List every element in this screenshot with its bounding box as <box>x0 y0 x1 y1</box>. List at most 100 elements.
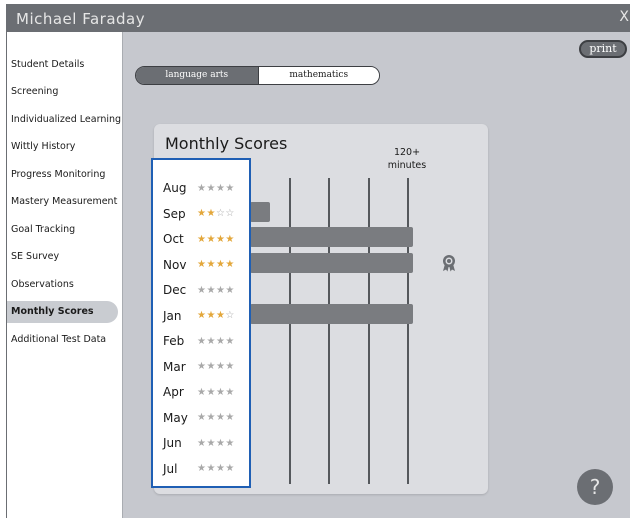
star-empty-icon: ☆ <box>225 208 235 219</box>
star-rating: ★★★★ <box>197 438 235 449</box>
sidebar-item-se-survey[interactable]: SE Survey <box>7 246 118 268</box>
month-name: Feb <box>163 334 185 348</box>
month-row-sep: Sep ★★☆☆ <box>163 204 235 224</box>
sidebar-item-individualized-learning[interactable]: Individualized Learning <box>7 109 121 131</box>
star-rating: ★★★★ <box>197 361 235 372</box>
minutes-label-line1: 120+ <box>393 147 421 158</box>
subject-tabs: language arts mathematics <box>135 66 380 85</box>
star-empty-icon: ★ <box>215 361 226 372</box>
star-empty-icon: ★ <box>225 284 235 296</box>
star-filled-icon: ★ <box>215 259 226 270</box>
star-empty-icon: ★ <box>225 463 235 474</box>
star-empty-icon: ★ <box>215 412 226 423</box>
star-filled-icon: ★ <box>225 233 235 245</box>
star-rating: ★★★★ <box>197 336 235 347</box>
star-empty-icon: ★ <box>215 463 226 474</box>
star-rating: ★★★★ <box>197 183 235 194</box>
sidebar-item-additional-test-data[interactable]: Additional Test Data <box>7 329 118 351</box>
star-empty-icon: ★ <box>206 284 216 296</box>
star-filled-icon: ★ <box>215 310 226 321</box>
month-name: May <box>163 410 188 425</box>
star-empty-icon: ★ <box>225 386 235 398</box>
star-filled-icon: ★ <box>206 208 216 219</box>
star-empty-icon: ★ <box>215 335 226 347</box>
card-title: Monthly Scores <box>165 134 288 153</box>
month-row-jul: Jul ★★★★ <box>163 459 235 479</box>
minutes-label-line2: minutes <box>387 160 427 171</box>
star-rating: ★★☆☆ <box>197 208 235 219</box>
minutes-bar-oct <box>250 227 413 247</box>
sidebar-item-student-details[interactable]: Student Details <box>7 54 118 76</box>
star-empty-icon: ★ <box>215 182 226 194</box>
minutes-bar-sep <box>250 201 270 222</box>
star-rating: ★★★☆ <box>197 310 235 321</box>
tab-mathematics[interactable]: mathematics <box>257 67 379 84</box>
month-name: Jul <box>163 461 178 476</box>
month-name: Dec <box>163 283 187 297</box>
sidebar-item-screening[interactable]: Screening <box>7 81 118 103</box>
star-empty-icon: ★ <box>225 182 235 194</box>
star-empty-icon: ★ <box>206 463 216 474</box>
star-rating: ★★★★ <box>197 234 235 245</box>
monthly-scores-card: Monthly Scores 120+ minutes Aug ★★★★ Sep ★★… <box>151 124 488 494</box>
month-row-mar: Mar ★★★★ <box>163 357 235 377</box>
month-name: Apr <box>163 385 184 399</box>
month-row-apr: Apr ★★★★ <box>163 382 235 402</box>
help-button[interactable]: ? <box>577 469 613 505</box>
star-empty-icon: ★ <box>206 386 216 398</box>
tab-language-arts[interactable]: language arts <box>136 67 258 84</box>
star-empty-icon: ★ <box>206 412 216 423</box>
close-button[interactable]: X <box>619 9 629 25</box>
month-row-nov: Nov ★★★★ <box>163 255 235 275</box>
month-name: Oct <box>163 232 184 246</box>
star-rating: ★★★★ <box>197 463 235 474</box>
gridline <box>407 178 409 484</box>
star-empty-icon: ★ <box>206 361 216 372</box>
star-empty-icon: ★ <box>225 437 235 449</box>
star-filled-icon: ★ <box>206 259 216 270</box>
sidebar-item-progress-monitoring[interactable]: Progress Monitoring <box>7 164 118 186</box>
sidebar-item-goal-tracking[interactable]: Goal Tracking <box>7 219 118 241</box>
minutes-bar-jan <box>250 303 413 324</box>
star-filled-icon: ★ <box>215 233 226 245</box>
star-empty-icon: ★ <box>206 437 216 449</box>
gridline <box>328 178 330 484</box>
minutes-bar-nov <box>250 252 413 273</box>
student-window: Michael Faraday X Student Details Screen… <box>6 4 630 518</box>
sidebar-item-monthly-scores[interactable]: Monthly Scores <box>7 301 118 323</box>
month-row-may: May ★★★★ <box>163 408 235 428</box>
sidebar-item-mastery-measurement[interactable]: Mastery Measurement <box>7 191 118 213</box>
main-content: print language arts mathematics Monthly … <box>122 32 630 518</box>
month-row-jan: Jan ★★★☆ <box>163 306 235 326</box>
month-row-aug: Aug ★★★★ <box>163 178 235 198</box>
month-name: Jun <box>163 436 182 450</box>
month-row-oct: Oct ★★★★ <box>163 229 235 249</box>
star-empty-icon: ★ <box>225 412 235 423</box>
sidebar-item-observations[interactable]: Observations <box>7 274 118 296</box>
star-filled-icon: ★ <box>206 310 216 321</box>
star-filled-icon: ★ <box>206 233 216 245</box>
star-rating: ★★★★ <box>197 259 235 270</box>
star-empty-icon: ☆ <box>225 310 235 321</box>
month-name: Sep <box>163 206 186 221</box>
sidebar-nav: Student Details Screening Individualized… <box>7 32 122 518</box>
months-list: Aug ★★★★ Sep ★★☆☆ Oct ★★★★ Nov ★★★★ Dec ★★★★ Jan ★★… <box>151 158 251 488</box>
window-title: Michael Faraday <box>16 10 146 28</box>
gridline <box>368 178 370 484</box>
star-empty-icon: ★ <box>225 335 235 347</box>
print-button[interactable]: print <box>579 40 627 58</box>
star-empty-icon: ★ <box>215 386 226 398</box>
star-empty-icon: ☆ <box>215 208 226 219</box>
star-filled-icon: ★ <box>225 259 235 270</box>
minutes-axis-label: 120+ minutes <box>376 146 438 172</box>
month-row-dec: Dec ★★★★ <box>163 280 235 300</box>
star-empty-icon: ★ <box>206 335 216 347</box>
month-name: Mar <box>163 359 186 374</box>
star-empty-icon: ★ <box>225 361 235 372</box>
star-empty-icon: ★ <box>215 284 226 296</box>
month-row-jun: Jun ★★★★ <box>163 433 235 453</box>
sidebar-item-wittly-history[interactable]: Wittly History <box>7 136 118 158</box>
month-row-feb: Feb ★★★★ <box>163 331 235 351</box>
star-rating: ★★★★ <box>197 387 235 398</box>
award-ribbon-icon <box>443 254 455 271</box>
